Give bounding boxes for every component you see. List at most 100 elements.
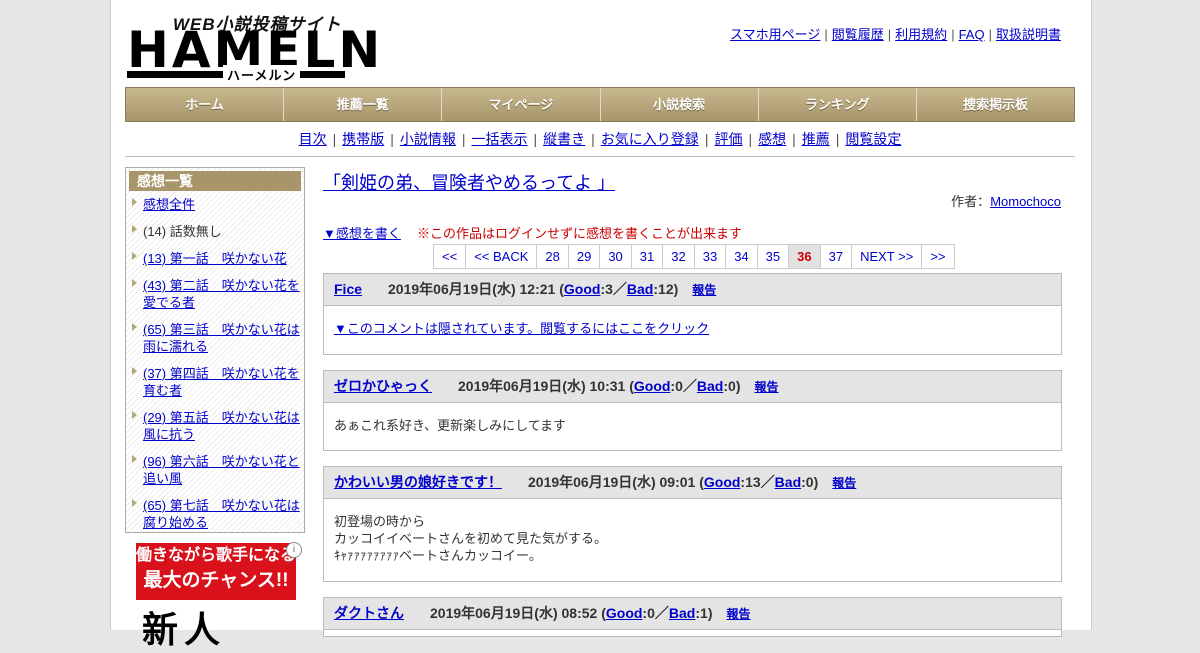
- pager-back[interactable]: << BACK: [466, 245, 538, 268]
- subnav-toc[interactable]: 目次: [299, 131, 327, 147]
- commenter-name[interactable]: ゼロかひゃっく: [334, 378, 432, 394]
- link-terms[interactable]: 利用規約: [895, 27, 947, 42]
- sidebar-item-link[interactable]: (37) 第四話 咲かない花を育む者: [143, 366, 300, 398]
- pager-page[interactable]: 30: [600, 245, 632, 268]
- pager-page[interactable]: 31: [631, 245, 664, 268]
- pager-page[interactable]: 34: [726, 245, 758, 268]
- sidebar-item-link[interactable]: (65) 第三話 咲かない花は雨に濡れる: [143, 322, 300, 354]
- subnav-vertical[interactable]: 縦書き: [543, 131, 585, 147]
- sidebar-item[interactable]: (43) 第二話 咲かない花を愛でる者: [126, 275, 304, 311]
- subnav-favorite[interactable]: お気に入り登録: [601, 131, 699, 147]
- commenter-name[interactable]: Fice: [334, 281, 362, 297]
- novel-title-link[interactable]: 「剣姫の弟、冒険者やめるってよ 」: [323, 169, 615, 195]
- ad-line-1: 働きながら歌手になる: [136, 547, 297, 564]
- comment-header: Fice 2019年06月19日(水) 12:21 (Good:3／Bad:12)…: [324, 274, 1061, 306]
- nav-novel-search[interactable]: 小説検索: [600, 88, 759, 121]
- sidebar-item[interactable]: (13) 第一話 咲かない花: [126, 248, 304, 267]
- report-link[interactable]: 報告: [754, 380, 778, 394]
- comment-header: かわいい男の娘好きです！ 2019年06月19日(水) 09:01 (Good:1…: [324, 467, 1061, 499]
- subnav-mobile[interactable]: 携帯版: [342, 131, 384, 147]
- sidebar-item-link[interactable]: (65) 第七話 咲かない花は腐り始める: [143, 498, 300, 530]
- comment-card: Fice 2019年06月19日(水) 12:21 (Good:3／Bad:12)…: [323, 273, 1062, 355]
- link-faq[interactable]: FAQ: [959, 27, 985, 42]
- comment-text: あぁこれ系好き、更新楽しみにしてます: [334, 418, 567, 433]
- comment-header: ゼロかひゃっく 2019年06月19日(水) 10:31 (Good:0／Bad:…: [324, 371, 1061, 403]
- comment-date: 2019年06月19日(水) 09:01: [528, 474, 696, 490]
- subnav-recommend[interactable]: 推薦: [802, 131, 830, 147]
- sidebar-item-link[interactable]: (96) 第六話 咲かない花と追い風: [143, 454, 300, 486]
- nav-home[interactable]: ホーム: [126, 88, 285, 121]
- sidebar-item[interactable]: (96) 第六話 咲かない花と追い風: [126, 451, 304, 487]
- subnav-view-settings[interactable]: 閲覧設定: [845, 131, 901, 147]
- bad-link[interactable]: Bad: [697, 378, 723, 394]
- bullet-icon: [132, 367, 137, 375]
- link-history[interactable]: 閲覧履歴: [832, 27, 884, 42]
- sidebar-item-link[interactable]: (29) 第五話 咲かない花は風に抗う: [143, 410, 300, 442]
- ad-info-icon[interactable]: i: [286, 542, 302, 558]
- good-link[interactable]: Good: [634, 378, 671, 394]
- sub-nav: 目次 | 携帯版 | 小説情報 | 一括表示 | 縦書き | お気に入り登録 | 評価 | 感想 | 推薦 | 閲覧…: [125, 129, 1075, 149]
- ad-big-text: 新人: [142, 609, 227, 650]
- comment-card: かわいい男の娘好きです！ 2019年06月19日(水) 09:01 (Good:1…: [323, 466, 1062, 582]
- subnav-show-all[interactable]: 一括表示: [472, 131, 528, 147]
- top-links: スマホ用ページ | 閲覧履歴 | 利用規約 | FAQ | 取扱説明書: [728, 24, 1063, 43]
- author-link[interactable]: Momochoco: [990, 194, 1061, 209]
- good-link[interactable]: Good: [564, 281, 601, 297]
- sidebar-item[interactable]: (29) 第五話 咲かない花は風に抗う: [126, 407, 304, 443]
- comment-text: カッコイイベートさんを初めて見た気がする。: [334, 531, 608, 546]
- pager-page[interactable]: 35: [757, 245, 790, 268]
- pager-page[interactable]: 37: [820, 245, 853, 268]
- nav-mypage[interactable]: マイページ: [442, 88, 601, 121]
- pager-first[interactable]: <<: [434, 245, 467, 268]
- bad-count: 0: [728, 378, 736, 394]
- ad-banner[interactable]: 働きながら歌手になる 最大のチャンス!! i 新人: [136, 542, 302, 650]
- report-link[interactable]: 報告: [832, 476, 856, 490]
- nav-ranking[interactable]: ランキング: [758, 88, 917, 121]
- bad-link[interactable]: Bad: [627, 281, 653, 297]
- nav-search-board[interactable]: 捜索掲示板: [916, 88, 1075, 121]
- subnav-novel-info[interactable]: 小説情報: [400, 131, 456, 147]
- sidebar-item[interactable]: (37) 第四話 咲かない花を育む者: [126, 363, 304, 399]
- link-manual[interactable]: 取扱説明書: [996, 27, 1061, 42]
- good-link[interactable]: Good: [704, 474, 741, 490]
- bad-link[interactable]: Bad: [775, 474, 801, 490]
- separator: |: [332, 131, 337, 147]
- good-link[interactable]: Good: [606, 605, 643, 621]
- bad-link[interactable]: Bad: [669, 605, 695, 621]
- site-logo[interactable]: WEB小説投稿サイト HAMELN ハーメルン: [127, 10, 380, 84]
- comment-header: ダクトさん 2019年06月19日(水) 08:52 (Good:0／Bad:1)…: [324, 598, 1061, 630]
- nav-recommendations[interactable]: 推薦一覧: [284, 88, 443, 121]
- subnav-rating[interactable]: 評価: [714, 131, 742, 147]
- commenter-name[interactable]: かわいい男の娘好きです！: [334, 474, 502, 490]
- separator: |: [792, 131, 796, 147]
- comment-body: ▼このコメントは隠されています。閲覧するにはここをクリック: [324, 306, 1061, 347]
- pager-page[interactable]: 29: [568, 245, 601, 268]
- show-hidden-comment-link[interactable]: ▼このコメントは隠されています。閲覧するにはここをクリック: [334, 321, 709, 336]
- sidebar-item[interactable]: (65) 第七話 咲かない花は腐り始める: [126, 495, 304, 531]
- write-comment-link[interactable]: ▼感想を書く: [323, 223, 401, 242]
- link-smartphone-page[interactable]: スマホ用ページ: [730, 27, 820, 42]
- report-link[interactable]: 報告: [692, 283, 716, 297]
- sidebar-item-link[interactable]: (13) 第一話 咲かない花: [143, 251, 287, 266]
- sidebar-item-link[interactable]: 感想全件: [143, 197, 195, 212]
- sidebar-item[interactable]: (65) 第三話 咲かない花は雨に濡れる: [126, 319, 304, 355]
- pager-page[interactable]: 33: [694, 245, 727, 268]
- good-count: 0: [675, 378, 683, 394]
- subnav-comments[interactable]: 感想: [758, 131, 786, 147]
- separator: |: [887, 27, 892, 42]
- ad-red-block: 働きながら歌手になる 最大のチャンス!!: [136, 543, 296, 600]
- sidebar-item-link[interactable]: (43) 第二話 咲かない花を愛でる者: [143, 278, 300, 310]
- separator: |: [748, 131, 753, 147]
- sidebar-item[interactable]: 感想全件: [126, 194, 304, 213]
- pager-page[interactable]: 32: [663, 245, 695, 268]
- commenter-name[interactable]: ダクトさん: [334, 605, 404, 621]
- pager-page[interactable]: 28: [537, 245, 569, 268]
- separator: |: [461, 131, 466, 147]
- separator: |: [835, 131, 840, 147]
- pager-last[interactable]: >>: [922, 245, 955, 268]
- logo-kana: ハーメルン: [223, 65, 301, 84]
- pager-next[interactable]: NEXT >>: [852, 245, 923, 268]
- good-count: 3: [605, 281, 613, 297]
- report-link[interactable]: 報告: [726, 607, 750, 621]
- separator: |: [390, 131, 394, 147]
